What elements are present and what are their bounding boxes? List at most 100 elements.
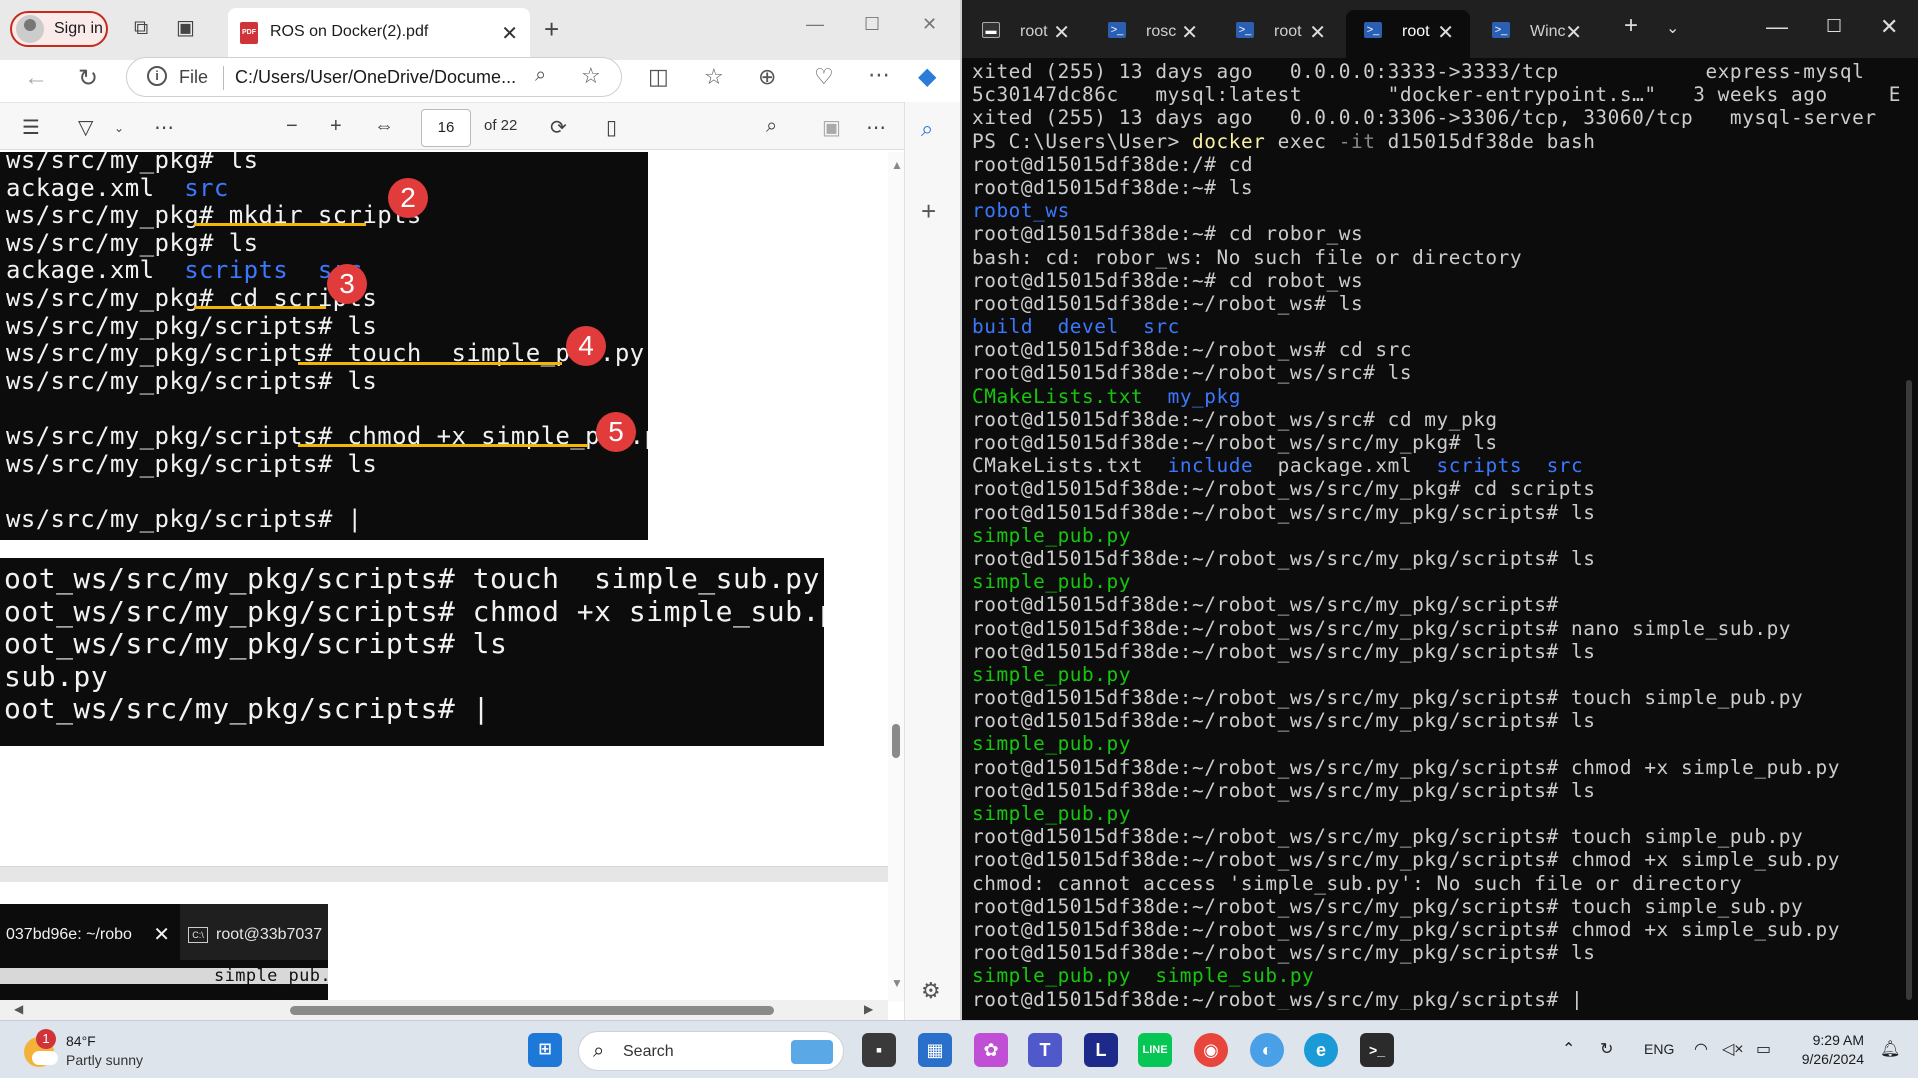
terminal-line: PS C:\Users\User> docker exec -it d15015…	[972, 129, 1596, 153]
page-number-input[interactable]: 16	[421, 109, 471, 147]
terminal-window: ▬ root ✕ >_ rosc ✕ >_ root ✕ >_ root ✕ >…	[962, 0, 1918, 1020]
line-icon[interactable]: LINE	[1138, 1033, 1172, 1067]
start-icon[interactable]: ⊞	[528, 1033, 562, 1067]
show-hidden-icons-icon[interactable]: ⌃	[1562, 1039, 1575, 1059]
rotate-icon[interactable]: ⟳	[550, 115, 567, 140]
split-screen-icon[interactable]: ◫	[648, 64, 669, 90]
search-sidebar-icon[interactable]: ⌕	[921, 116, 933, 142]
close-tab-icon[interactable]: ✕	[1309, 20, 1326, 45]
terminal-tab-label: root	[1274, 23, 1302, 40]
back-icon[interactable]: ←	[24, 64, 48, 92]
browser-essentials-icon[interactable]: ♡	[814, 64, 834, 90]
close-tab-icon[interactable]: ✕	[1437, 20, 1454, 45]
horizontal-scrollbar[interactable]: ◀ ▶	[0, 1000, 888, 1020]
wifi-icon[interactable]: ◠	[1694, 1039, 1708, 1059]
terminal-tab[interactable]: >_ root ✕	[1218, 10, 1342, 58]
terminal-line: root@d15015df38de:~/robot_ws/src/my_pkg/…	[972, 848, 1840, 872]
terminal-tab-label: Winc	[1530, 23, 1566, 40]
app-icon[interactable]: ◐	[1250, 1033, 1284, 1067]
pdf-more-icon[interactable]: ⋯	[154, 115, 174, 140]
favorite-star-icon[interactable]: ☆	[581, 63, 601, 89]
collections-icon[interactable]: ⊕	[758, 64, 776, 90]
weather-cloud-icon	[32, 1051, 58, 1065]
close-window-icon[interactable]: ✕	[922, 14, 937, 35]
task-view-icon[interactable]: ▪	[862, 1033, 896, 1067]
tab-dropdown-icon[interactable]: ⌄	[1666, 18, 1679, 38]
terminal-tab[interactable]: >_ Winc ✕	[1474, 10, 1598, 58]
refresh-icon[interactable]: ↻	[78, 64, 98, 93]
terminal-line: root@d15015df38de:~/robot_ws/src/my_pkg/…	[972, 778, 1596, 802]
sync-icon[interactable]: ↻	[1600, 1039, 1613, 1059]
volume-muted-icon[interactable]: ◁×	[1722, 1039, 1744, 1059]
highlight-dropdown-icon[interactable]: ⌄	[114, 121, 124, 135]
minimize-icon[interactable]: —	[1766, 14, 1788, 40]
teams-icon[interactable]: T	[1028, 1033, 1062, 1067]
terminal-output[interactable]: xited (255) 13 days ago 0.0.0.0:3333->33…	[972, 60, 1902, 1010]
page-view-icon[interactable]: ▯	[606, 115, 617, 140]
shot3-tab-label: 037bd96e: ~/robo	[6, 926, 132, 943]
terminal-taskbar-icon[interactable]: >_	[1360, 1033, 1394, 1067]
l-app-icon[interactable]: L	[1084, 1033, 1118, 1067]
new-tab-icon[interactable]: +	[544, 16, 559, 42]
scroll-thumb[interactable]	[892, 724, 900, 758]
tab-actions-icon[interactable]: ▣	[176, 18, 195, 38]
new-terminal-tab-icon[interactable]: +	[1624, 12, 1638, 40]
terminal-tab-active[interactable]: >_ root ✕	[1346, 10, 1470, 58]
store-icon[interactable]: ▦	[918, 1033, 952, 1067]
terminal-line: root@d15015df38de:~/robot_ws/src/my_pkg/…	[972, 500, 1596, 524]
sign-in-button[interactable]: Sign in	[10, 11, 108, 47]
battery-icon[interactable]: ▭	[1756, 1039, 1771, 1059]
vertical-scrollbar[interactable]: ▲ ▼	[888, 152, 904, 1002]
terminal-line: simple_pub.py	[972, 802, 1131, 825]
powershell-icon: >_	[1108, 22, 1126, 38]
save-icon[interactable]: ▣	[822, 115, 841, 140]
find-icon[interactable]: ⌕	[766, 115, 777, 138]
terminal-tab[interactable]: >_ rosc ✕	[1090, 10, 1214, 58]
notifications-bell-icon[interactable]: 🔔︎	[1880, 1039, 1900, 1059]
search-box[interactable]: ⌕ Search	[578, 1031, 844, 1071]
close-window-icon[interactable]: ✕	[1880, 14, 1898, 40]
chrome-icon[interactable]: ◉	[1194, 1033, 1228, 1067]
terminal-scrollbar[interactable]	[1906, 380, 1912, 1000]
favorites-icon[interactable]: ☆	[704, 64, 724, 90]
scroll-right-icon[interactable]: ▶	[864, 1002, 873, 1016]
contents-icon[interactable]: ☰	[22, 115, 40, 140]
scroll-left-icon[interactable]: ◀	[14, 1002, 23, 1016]
add-sidebar-icon[interactable]: +	[921, 196, 936, 227]
address-bar[interactable]: i File C:/Users/User/OneDrive/Docume... …	[126, 57, 622, 97]
settings-gear-icon[interactable]: ⚙	[921, 978, 941, 1004]
minimize-icon[interactable]: —	[806, 14, 824, 35]
close-tab-icon[interactable]: ✕	[501, 21, 518, 46]
edge-taskbar-icon[interactable]: e	[1304, 1033, 1338, 1067]
terminal-line: 5c30147dc86c mysql:latest "docker-entryp…	[972, 83, 1902, 107]
zoom-in-icon[interactable]: +	[330, 115, 342, 138]
close-tab-icon[interactable]: ✕	[1181, 20, 1198, 45]
close-tab-icon[interactable]: ✕	[1565, 20, 1582, 45]
copilot-icon[interactable]: ◆	[918, 62, 936, 91]
highlight-icon[interactable]: ▽	[78, 115, 93, 140]
info-icon[interactable]: i	[147, 66, 167, 86]
clock[interactable]: 9:29 AM 9/26/2024	[1794, 1031, 1864, 1069]
maximize-icon[interactable]: ☐	[1826, 16, 1842, 37]
terminal-tab[interactable]: ▬ root ✕	[964, 10, 1086, 58]
weather-widget[interactable]: 1 84°F Partly sunny	[22, 1029, 162, 1073]
zoom-icon[interactable]: ⌕	[535, 64, 546, 87]
zoom-out-icon[interactable]: −	[286, 115, 298, 138]
tab-pdf[interactable]: PDF ROS on Docker(2).pdf ✕	[228, 8, 530, 60]
pdf-overflow-icon[interactable]: ⋯	[866, 115, 886, 140]
language-indicator[interactable]: ENG	[1644, 1041, 1674, 1057]
edge-window: Sign in ⧉ ▣ PDF ROS on Docker(2).pdf ✕ +…	[0, 0, 962, 1020]
step-badge: 4	[566, 326, 606, 366]
terminal-line: root@d15015df38de:~/robot_ws/src/my_pkg#…	[972, 477, 1596, 501]
copilot-taskbar-icon[interactable]: ✿	[974, 1033, 1008, 1067]
maximize-icon[interactable]: ☐	[864, 14, 880, 35]
close-tab-icon[interactable]: ✕	[1053, 20, 1070, 45]
scroll-up-icon[interactable]: ▲	[891, 158, 903, 172]
workspaces-icon[interactable]: ⧉	[134, 18, 148, 38]
scroll-down-icon[interactable]: ▼	[891, 976, 903, 990]
more-menu-icon[interactable]: ⋯	[868, 62, 890, 88]
fit-width-icon[interactable]: ⇔	[374, 115, 394, 138]
step-badge: 2	[388, 178, 428, 218]
hscroll-thumb[interactable]	[290, 1006, 774, 1015]
terminal-line: simple_pub.py	[972, 732, 1131, 756]
